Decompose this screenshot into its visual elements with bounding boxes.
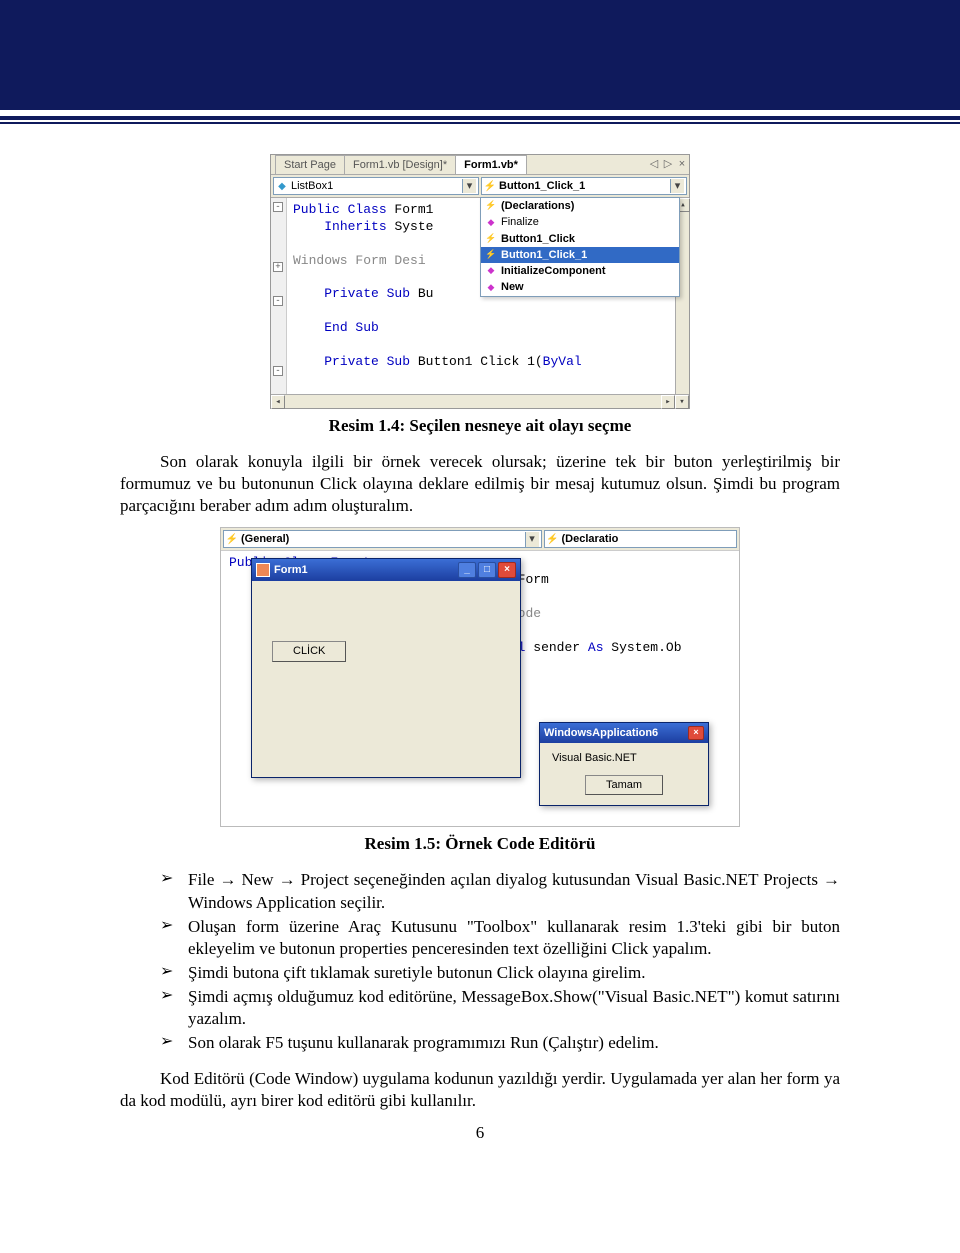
dropdown-item[interactable]: ◆ Finalize — [481, 214, 679, 230]
maximize-button[interactable]: □ — [478, 562, 496, 578]
msgbox-ok-button[interactable]: Tamam — [585, 775, 663, 795]
list-item: Son olarak F5 tuşunu kullanarak programı… — [160, 1032, 840, 1054]
tab-nav-right-icon[interactable]: ▷ — [661, 157, 675, 171]
dropdown-item[interactable]: ⚡ Button1_Click_1 — [481, 247, 679, 263]
lightning-icon: ⚡ — [484, 180, 496, 192]
event-selector-value: Button1_Click_1 — [499, 179, 670, 193]
header-line-thick — [0, 116, 960, 120]
lightning-icon: ⚡ — [485, 249, 497, 261]
event-selector-combo[interactable]: ⚡ Button1_Click_1 ▾ — [481, 177, 687, 195]
close-button[interactable]: × — [498, 562, 516, 578]
object-selector-value: ListBox1 — [291, 179, 462, 193]
lightning-icon: ⚡ — [547, 533, 559, 545]
dropdown-item-label: (Declarations) — [501, 199, 574, 213]
msgbox-title: WindowsApplication6 — [544, 726, 658, 740]
outline-toggle-icon[interactable]: - — [273, 296, 283, 306]
lightning-icon: ⚡ — [485, 200, 497, 212]
message-box: WindowsApplication6 × Visual Basic.NET T… — [539, 722, 709, 807]
list-item: Şimdi butona çift tıklamak suretiyle but… — [160, 962, 840, 984]
scroll-left-icon[interactable]: ◂ — [271, 395, 285, 409]
dropdown-item[interactable]: ⚡ Button1_Click — [481, 231, 679, 247]
dropdown-item-label: New — [501, 280, 524, 294]
outline-toggle-icon[interactable]: + — [273, 262, 283, 272]
lightning-icon: ⚡ — [485, 233, 497, 245]
event-dropdown-list: ⚡ (Declarations) ◆ Finalize ⚡ Button1_Click ⚡ B… — [480, 197, 680, 297]
event-selector-value-2: (Declaratio — [562, 532, 735, 546]
horizontal-scrollbar[interactable]: ◂ ▸ ▾ — [271, 394, 689, 408]
dropdown-item-label: InitializeComponent — [501, 264, 606, 278]
chevron-down-icon[interactable]: ▾ — [462, 179, 476, 193]
magenta-icon: ◆ — [485, 216, 497, 228]
header-band — [0, 0, 960, 110]
object-selector-combo-2[interactable]: ⚡ (General) ▾ — [223, 530, 542, 548]
bullet-list: File → New → Project seçeneğinden açılan… — [160, 869, 840, 1054]
form-icon — [256, 563, 270, 577]
magenta-icon: ◆ — [485, 282, 497, 294]
dropdown-item-label: Button1_Click — [501, 232, 575, 246]
dropdown-item[interactable]: ⚡ (Declarations) — [481, 198, 679, 214]
msgbox-close-button[interactable]: × — [688, 726, 704, 740]
tab-nav-left-icon[interactable]: ◁ — [647, 157, 661, 171]
form1-window: Form1 _ □ × CLİCK — [251, 558, 521, 778]
outline-toggle-icon[interactable]: - — [273, 202, 283, 212]
figure-caption-2: Resim 1.5: Örnek Code Editörü — [120, 833, 840, 855]
list-item: Oluşan form üzerine Araç Kutusunu "Toolb… — [160, 916, 840, 960]
scroll-down-icon[interactable]: ▾ — [675, 395, 689, 409]
dropdown-item[interactable]: ◆ New — [481, 279, 679, 295]
msgbox-text: Visual Basic.NET — [552, 751, 696, 765]
form1-title: Form1 — [274, 563, 308, 577]
lightning-icon: ⚡ — [226, 533, 238, 545]
screenshot-code-editor-1: Start Page Form1.vb [Design]* Form1.vb* … — [270, 154, 690, 409]
magenta-icon: ◆ — [485, 265, 497, 277]
dropdown-item-label: Finalize — [501, 215, 539, 229]
minimize-button[interactable]: _ — [458, 562, 476, 578]
tab-bar: Start Page Form1.vb [Design]* Form1.vb* … — [271, 155, 689, 175]
scroll-right-icon[interactable]: ▸ — [661, 395, 675, 409]
tab-form1-design[interactable]: Form1.vb [Design]* — [344, 155, 456, 174]
msgbox-titlebar[interactable]: WindowsApplication6 × — [540, 723, 708, 743]
click-button[interactable]: CLİCK — [272, 641, 346, 661]
page-content: Start Page Form1.vb [Design]* Form1.vb* … — [0, 124, 960, 1165]
dropdown-item-label: Button1_Click_1 — [501, 248, 587, 262]
tab-start-page[interactable]: Start Page — [275, 155, 345, 174]
dropdown-item[interactable]: ◆ InitializeComponent — [481, 263, 679, 279]
form1-titlebar[interactable]: Form1 _ □ × — [252, 559, 520, 581]
figure-caption-1: Resim 1.4: Seçilen nesneye ait olayı seç… — [120, 415, 840, 437]
page-number: 6 — [120, 1122, 840, 1144]
chevron-down-icon[interactable]: ▾ — [670, 179, 684, 193]
tab-close-icon[interactable]: × — [675, 157, 689, 171]
event-selector-combo-2[interactable]: ⚡ (Declaratio — [544, 530, 738, 548]
outline-toggle-icon[interactable]: - — [273, 366, 283, 376]
code-gutter: - + - - — [271, 198, 287, 408]
object-icon: ◆ — [276, 180, 288, 192]
tab-form1-vb[interactable]: Form1.vb* — [455, 155, 527, 174]
paragraph-1: Son olarak konuyla ilgili bir örnek vere… — [120, 451, 840, 517]
list-item: File → New → Project seçeneğinden açılan… — [160, 869, 840, 913]
list-item: Şimdi açmış olduğumuz kod editörüne, Mes… — [160, 986, 840, 1030]
chevron-down-icon[interactable]: ▾ — [525, 532, 539, 546]
object-selector-value-2: (General) — [241, 532, 525, 546]
screenshot-code-editor-2: ⚡ (General) ▾ ⚡ (Declaratio Public Class… — [220, 527, 740, 827]
paragraph-2: Kod Editörü (Code Window) uygulama kodun… — [120, 1068, 840, 1112]
object-selector-combo[interactable]: ◆ ListBox1 ▾ — [273, 177, 479, 195]
